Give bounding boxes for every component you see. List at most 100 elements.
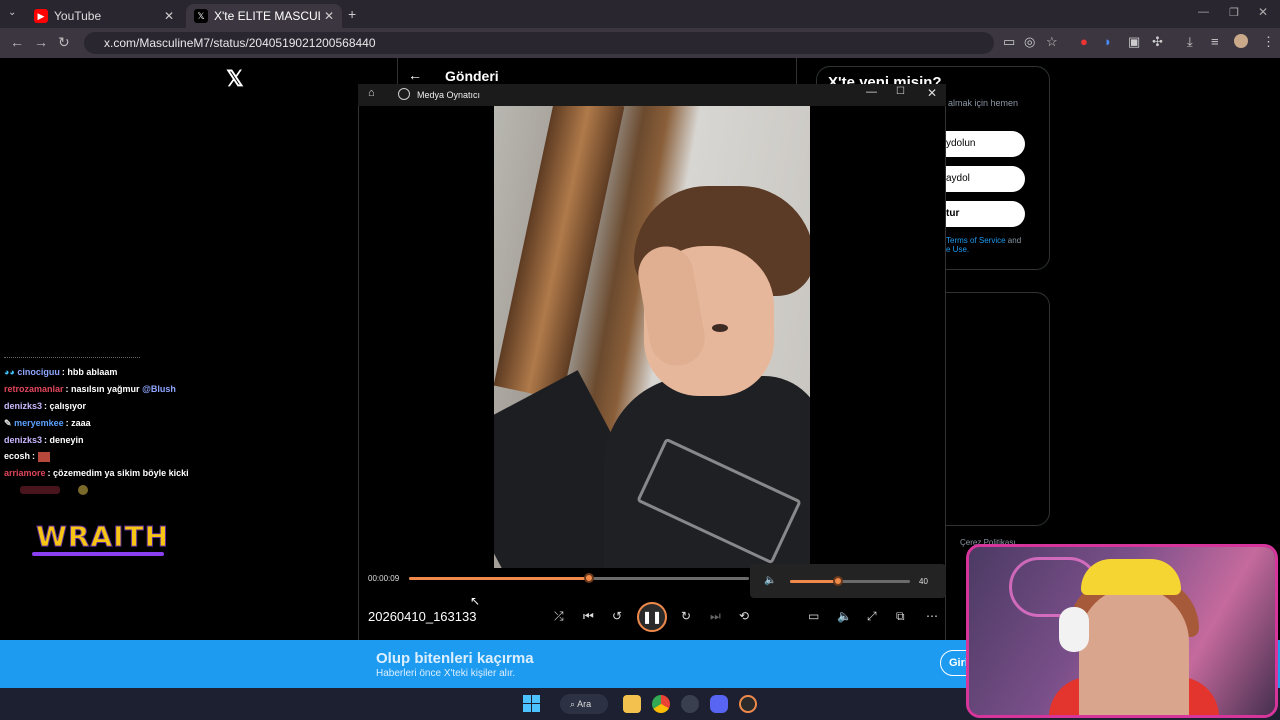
chat-user: meryemkee — [14, 418, 64, 428]
rewind-10-icon[interactable]: ↺ — [612, 609, 622, 623]
cast-icon[interactable]: ▭ — [1003, 34, 1015, 50]
url-field[interactable]: x.com/MasculineM7/status/204051902120056… — [84, 32, 994, 54]
mouse-cursor-icon: ↖ — [470, 594, 481, 608]
extensions-puzzle-icon[interactable]: ✣ — [1152, 34, 1163, 50]
extension-icon[interactable]: ◗ — [1104, 34, 1112, 49]
streamer-face — [1079, 587, 1189, 715]
extension-icon[interactable]: ▣ — [1128, 34, 1140, 50]
player-app-title: Medya Oynatıcı — [417, 90, 481, 100]
tab-x-post[interactable]: 𝕏 X'te ELITE MASCULINE: "He ran ✕ — [186, 4, 342, 28]
chat-text: : çalışıyor — [44, 401, 87, 411]
pikachu-hat — [1081, 559, 1181, 595]
search-label: Ara — [577, 699, 592, 709]
terms-text: Terms of Service and e Use. — [946, 236, 1046, 254]
wraith-underline — [32, 552, 164, 556]
file-explorer-icon[interactable] — [623, 695, 641, 713]
video-frame[interactable] — [494, 106, 810, 568]
chat-message: ecosh: — [4, 451, 50, 462]
menu-dots-icon[interactable]: ⋮ — [1262, 34, 1275, 50]
volume-button-icon[interactable]: 🔈 — [837, 609, 852, 623]
chat-text: : zaaa — [65, 418, 91, 428]
profile-avatar[interactable] — [1234, 34, 1248, 48]
minimize-icon[interactable]: — — [866, 86, 877, 98]
mini-player-icon[interactable]: ⧉ — [896, 609, 905, 624]
forward-30-icon[interactable]: ↻ — [681, 609, 691, 623]
previous-icon[interactable]: ⏮ — [583, 609, 594, 624]
tab-list-icon[interactable]: ⌄ — [8, 7, 16, 18]
chat-message: denizks3: deneyin — [4, 435, 84, 445]
reload-icon[interactable]: ↻ — [58, 34, 70, 51]
chat-message: denizks3: çalışıyor — [4, 401, 86, 411]
chat-mention: @Blush — [142, 384, 176, 394]
download-icon[interactable]: ⤓ — [1187, 34, 1193, 50]
pause-button[interactable]: ❚❚ — [637, 602, 667, 632]
forward-icon[interactable]: → — [34, 34, 48, 50]
chat-text: : nasılsın yağmur — [65, 384, 143, 394]
signup-subtitle: almak için hemen — [948, 98, 1019, 108]
maximize-icon[interactable]: ❐ — [1229, 6, 1239, 19]
next-icon[interactable]: ⏭ — [710, 609, 721, 624]
banner-subtitle: Haberleri önce X'teki kişiler alır. — [376, 668, 516, 679]
close-window-icon[interactable]: ✕ — [1258, 5, 1268, 19]
chat-text: : deneyin — [44, 435, 84, 445]
terms-and: and — [1005, 236, 1022, 245]
discord-icon[interactable] — [710, 695, 728, 713]
home-icon[interactable]: ⌂ — [368, 87, 375, 99]
more-options-icon[interactable]: ⋯ — [926, 609, 938, 623]
bookmark-star-icon[interactable]: ☆ — [1046, 34, 1058, 50]
back-icon[interactable]: ← — [10, 34, 24, 50]
media-player-taskbar-icon[interactable] — [739, 695, 757, 713]
close-icon[interactable]: ✕ — [324, 9, 334, 23]
webcam-overlay — [966, 544, 1278, 718]
shuffle-icon[interactable]: ⤮ — [554, 609, 564, 624]
headset — [1059, 607, 1089, 652]
tab-label: YouTube — [54, 9, 102, 23]
chrome-icon[interactable] — [652, 695, 670, 713]
volume-value: 40 — [919, 577, 928, 586]
reading-list-icon[interactable]: ≡ — [1211, 34, 1219, 49]
github-icon[interactable] — [681, 695, 699, 713]
seek-progress — [409, 577, 590, 580]
back-arrow-icon[interactable]: ← — [408, 67, 422, 83]
chat-user: arriamore — [4, 468, 46, 478]
subtitles-icon[interactable]: ▭ — [808, 609, 819, 623]
terms-link[interactable]: Terms of Service — [946, 236, 1006, 245]
chat-message: retrozamanlar: nasılsın yağmur @Blush — [4, 384, 176, 394]
media-filename: 20260410_163133 — [368, 609, 477, 624]
tab-youtube[interactable]: ▶ YouTube ✕ — [26, 4, 182, 28]
tab-label: X'te ELITE MASCULINE: "He ran — [214, 9, 320, 23]
emote-icon — [37, 451, 50, 462]
volume-thumb[interactable] — [833, 576, 843, 586]
new-tab-icon[interactable]: + — [348, 6, 356, 22]
chat-message: arriamore: çözemedim ya sikim böyle kick… — [4, 468, 189, 478]
chat-text: : çözemedim ya sikim böyle kicki — [47, 468, 189, 478]
chat-user: denizks3 — [4, 401, 43, 411]
volume-icon[interactable]: 🔈 — [764, 575, 776, 586]
faded-chat-message — [20, 486, 60, 494]
chat-user: denizks3 — [4, 435, 43, 445]
x-logo-icon[interactable]: 𝕏 — [226, 66, 244, 92]
volume-level — [790, 580, 838, 583]
x-icon: 𝕏 — [194, 9, 208, 23]
chat-message: ◕◕ cinociguu: hbb ablaam — [4, 367, 117, 377]
extension-icon[interactable]: ● — [1080, 34, 1088, 49]
chat-user: retrozamanlar — [4, 384, 64, 394]
youtube-icon: ▶ — [34, 9, 48, 23]
chat-text: : hbb ablaam — [61, 367, 118, 377]
video-eye — [712, 324, 728, 332]
taskbar-search[interactable]: ⌕ Ara — [560, 694, 608, 714]
fullscreen-icon[interactable]: ⤢ — [867, 609, 877, 624]
repeat-off-icon[interactable]: ⟲ — [739, 609, 749, 623]
chat-user: cinociguu — [17, 367, 60, 377]
media-player-app-icon — [398, 88, 410, 100]
close-icon[interactable]: ✕ — [927, 86, 937, 100]
windows-start-icon[interactable] — [523, 695, 540, 712]
wraith-logo: WRAITH — [35, 520, 170, 554]
search-icon: ⌕ — [570, 699, 576, 709]
badge-icon: ✎ — [4, 418, 12, 428]
maximize-icon[interactable]: ☐ — [896, 86, 905, 97]
minimize-icon[interactable]: — — [1198, 6, 1209, 18]
close-icon[interactable]: ✕ — [164, 9, 174, 23]
terms-use-link[interactable]: e Use. — [946, 245, 969, 254]
eye-off-icon[interactable]: ◎ — [1024, 34, 1035, 50]
